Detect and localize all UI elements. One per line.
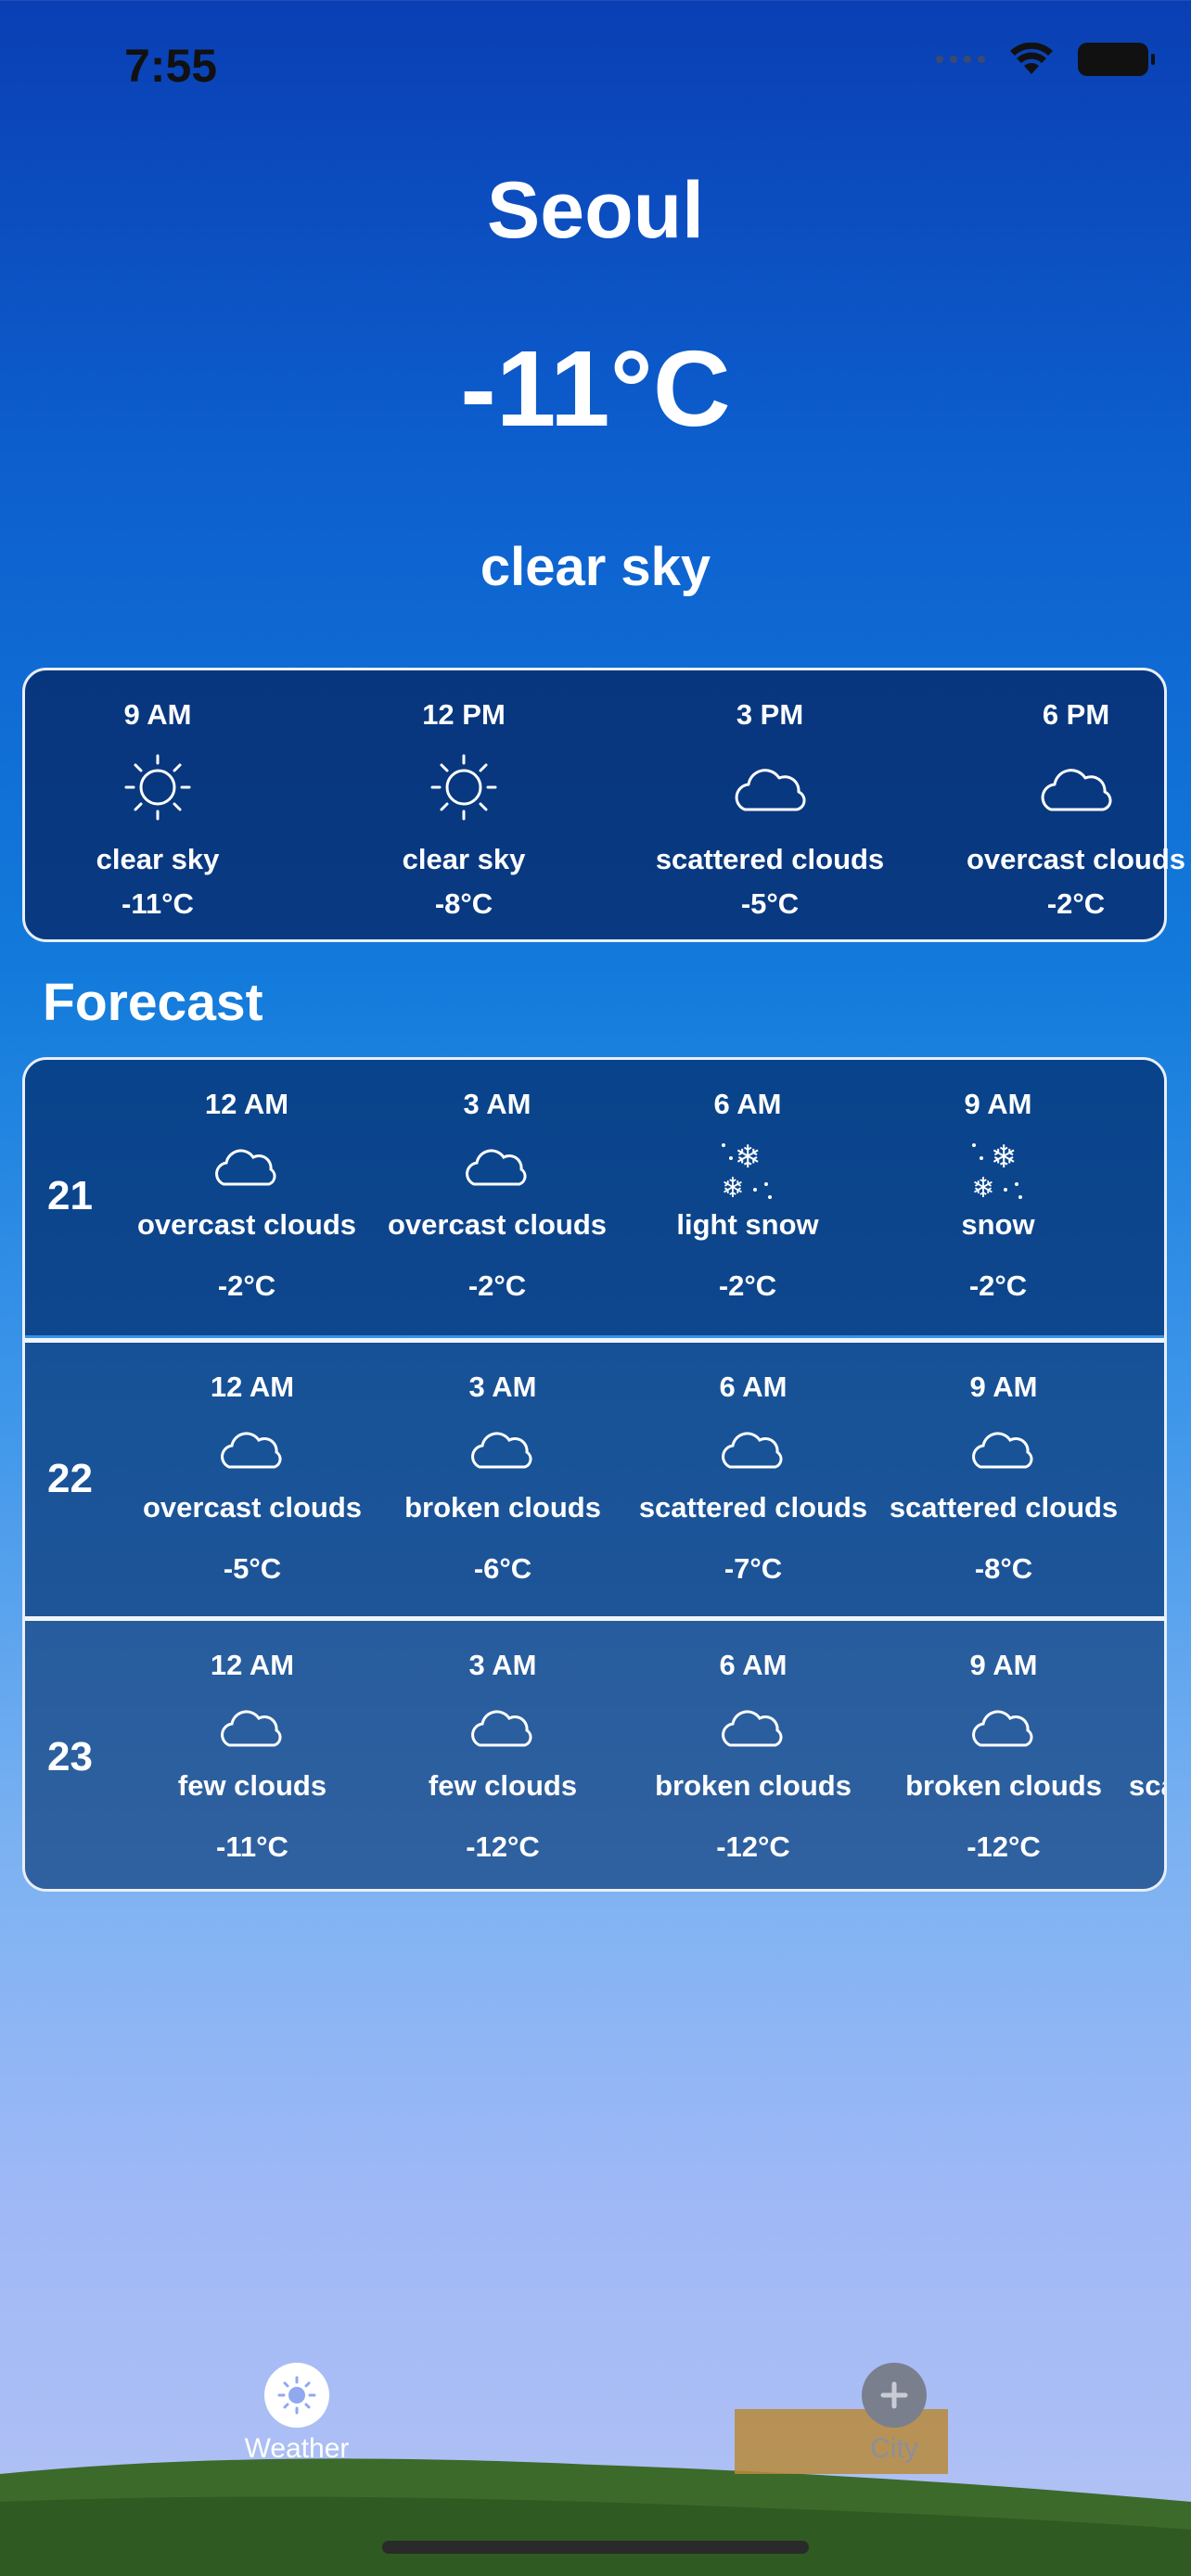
- hourly-temp: -5°C: [740, 887, 800, 920]
- snow-icon: ❄ ❄: [721, 1140, 772, 1204]
- plus-icon: [862, 2363, 927, 2428]
- forecast-time: 3 AM: [468, 1649, 537, 1681]
- forecast-day-row[interactable]: 21 12 AM overcast clouds -2°C 3 AM overc…: [25, 1060, 1164, 1335]
- wifi-icon: [1010, 43, 1053, 74]
- cloud-icon: [1041, 769, 1112, 811]
- forecast-temp: -2°C: [718, 1269, 777, 1302]
- forecast-temp: -2°C: [467, 1269, 527, 1302]
- forecast-time: 9 AM: [969, 1371, 1038, 1403]
- cloud-icon: [471, 1710, 532, 1747]
- home-indicator: [382, 2541, 809, 2554]
- forecast-temp: -12°C: [967, 1830, 1041, 1863]
- forecast-time: 12 AM: [210, 1371, 295, 1403]
- forecast-desc: broken clouds: [905, 1769, 1102, 1802]
- sun-icon: [264, 2363, 329, 2428]
- cloud-icon: [972, 1432, 1033, 1469]
- hourly-card: 9 AM clear sky -11°C 12 PM clear sky -8°: [22, 668, 1185, 942]
- forecast-time: 6 AM: [719, 1649, 788, 1681]
- forecast-time: 12 AM: [210, 1649, 295, 1681]
- cloud-icon: [221, 1432, 282, 1469]
- cloud-icon: [972, 1710, 1033, 1747]
- signal-icon: [936, 56, 985, 63]
- forecast-time: 6 AM: [719, 1371, 788, 1403]
- hourly-time: 6 PM: [1042, 698, 1110, 731]
- forecast-temp: -8°C: [974, 1552, 1033, 1585]
- forecast-day: 21: [47, 1173, 93, 1218]
- forecast-temp: -11°C: [216, 1830, 288, 1863]
- status-icons: [936, 43, 1155, 76]
- tab-city[interactable]: City: [801, 2363, 987, 2465]
- forecast-temp: -2°C: [968, 1269, 1028, 1302]
- forecast-time: 3 AM: [468, 1371, 537, 1403]
- forecast-temp: -6°C: [473, 1552, 532, 1585]
- svg-text:❄: ❄: [971, 1173, 994, 1204]
- svg-text:❄: ❄: [721, 1173, 744, 1204]
- cloud-icon: [471, 1432, 532, 1469]
- snow-icon: ❄ ❄: [971, 1140, 1022, 1204]
- forecast-day-row[interactable]: 22 12 AM overcast clouds -5°C 3 AM broke…: [25, 1338, 1164, 1618]
- forecast-desc: snow: [961, 1208, 1035, 1241]
- current-temperature: -11°C: [460, 328, 731, 449]
- forecast-temp: -7°C: [724, 1552, 783, 1585]
- forecast-time: 6 AM: [713, 1088, 782, 1120]
- cloud-icon: [215, 1149, 276, 1186]
- cloud-icon: [722, 1710, 783, 1747]
- cloud-icon: [722, 1432, 783, 1469]
- hourly-desc: overcast clouds: [966, 843, 1186, 875]
- sun-icon: [124, 754, 191, 821]
- svg-text:❄: ❄: [735, 1140, 762, 1175]
- cloud-icon: [221, 1710, 282, 1747]
- tab-label: Weather: [244, 2433, 350, 2464]
- cloud-icon: [735, 769, 806, 811]
- tab-label: City: [870, 2433, 918, 2464]
- forecast-time: 9 AM: [964, 1088, 1032, 1120]
- forecast-day-row[interactable]: 23 12 AM few clouds -11°C 3 AM few cloud…: [25, 1616, 1164, 1889]
- forecast-time: 12 AM: [204, 1088, 289, 1120]
- hourly-time: 3 PM: [736, 698, 804, 731]
- forecast-day: 23: [47, 1734, 93, 1779]
- status-time: 7:55: [124, 40, 218, 92]
- hourly-temp: -11°C: [122, 887, 194, 920]
- hourly-time: 9 AM: [123, 698, 192, 731]
- cloud-icon: [466, 1149, 527, 1186]
- forecast-time: 9 AM: [969, 1649, 1038, 1681]
- forecast-title: Forecast: [43, 973, 263, 1032]
- hourly-temp: -8°C: [434, 887, 493, 920]
- forecast-desc: scattered clouds: [1129, 1769, 1164, 1802]
- current-condition: clear sky: [480, 537, 711, 597]
- sun-icon: [430, 754, 497, 821]
- forecast-temp: -12°C: [716, 1830, 790, 1863]
- forecast-temp: -5°C: [223, 1552, 282, 1585]
- city-name: Seoul: [486, 166, 705, 255]
- forecast-desc: scattered clouds: [889, 1491, 1119, 1524]
- tab-weather[interactable]: Weather: [204, 2363, 390, 2465]
- forecast-card: 21 12 AM overcast clouds -2°C 3 AM overc…: [22, 1057, 1167, 1892]
- hourly-temp: -2°C: [1046, 887, 1106, 920]
- forecast-temp: -2°C: [217, 1269, 276, 1302]
- svg-text:❄: ❄: [991, 1140, 1018, 1175]
- hourly-time: 12 PM: [422, 698, 506, 731]
- forecast-time: 3 AM: [463, 1088, 531, 1120]
- forecast-temp: -12°C: [466, 1830, 540, 1863]
- forecast-day: 22: [47, 1456, 93, 1501]
- battery-icon: [1078, 43, 1155, 76]
